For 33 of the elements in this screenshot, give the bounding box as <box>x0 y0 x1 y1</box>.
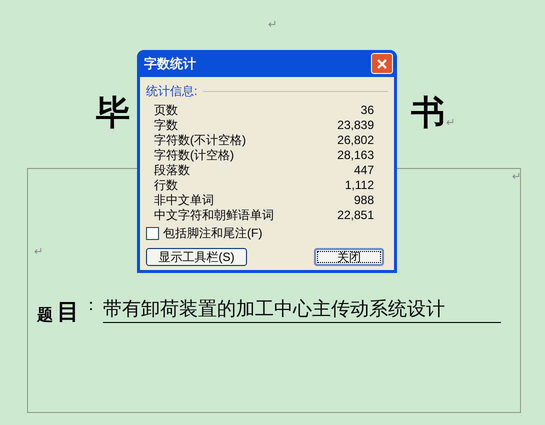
stat-label: 中文字符和朝鲜语单词 <box>154 208 274 223</box>
stat-label: 字符数(计空格) <box>154 148 234 163</box>
title-value: 带有卸荷装置的加工中心主传动系统设计 <box>103 298 501 323</box>
stat-value: 26,802 <box>337 133 374 148</box>
paragraph-mark: ↵ <box>512 172 521 183</box>
stat-value: 988 <box>354 193 374 208</box>
dialog-button[interactable]: 显示工具栏(S) <box>146 248 247 266</box>
stat-value: 36 <box>360 103 374 118</box>
paragraph-mark: ↵ <box>34 247 43 258</box>
paragraph-mark: ↵ <box>268 20 277 31</box>
stat-label: 行数 <box>154 178 178 193</box>
heading-character: 毕 <box>96 96 130 130</box>
close-button[interactable] <box>371 53 393 74</box>
stat-label: 页数 <box>154 103 178 118</box>
title-label: 题 <box>37 306 53 323</box>
stat-label: 字符数(不计空格) <box>154 133 246 148</box>
paragraph-mark: ↵ <box>446 118 455 129</box>
colon: ： <box>83 298 99 314</box>
stat-value: 1,112 <box>344 178 374 193</box>
close-icon <box>376 58 388 70</box>
title-label: 目 <box>57 300 79 323</box>
stat-value: 22,851 <box>337 208 374 223</box>
stat-label: 非中文单词 <box>154 193 214 208</box>
heading-character: 书 <box>411 96 445 130</box>
section-label: 统计信息: <box>146 83 198 100</box>
checkbox[interactable] <box>146 226 159 240</box>
stat-value: 23,839 <box>337 118 374 133</box>
stat-label: 字数 <box>154 118 178 133</box>
stat-value: 28,163 <box>337 148 374 163</box>
stat-label: 段落数 <box>154 163 190 178</box>
dialog-title: 字数统计 <box>144 54 196 73</box>
stat-value: 447 <box>354 163 374 178</box>
checkbox-label[interactable]: 包括脚注和尾注(F) <box>163 224 262 242</box>
